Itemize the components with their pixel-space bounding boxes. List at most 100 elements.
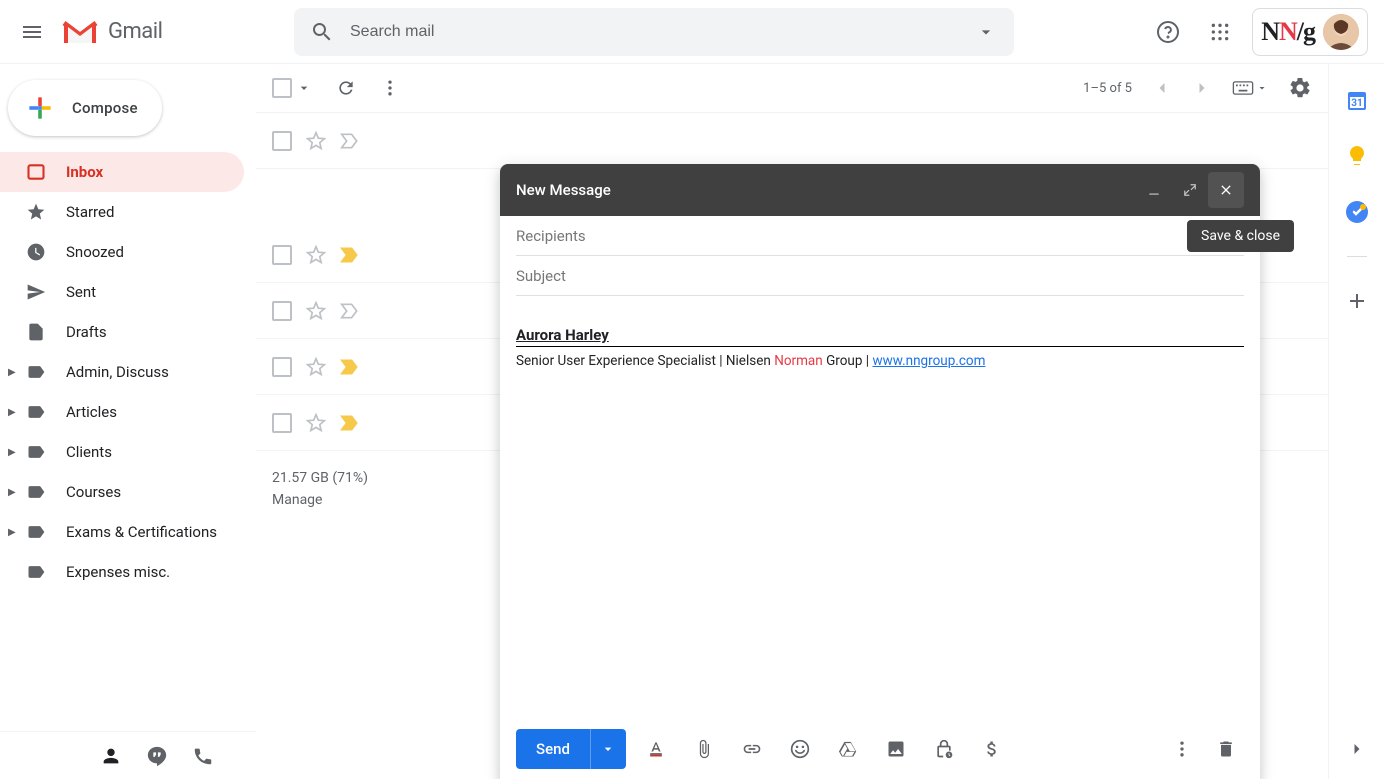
sidebar-item-starred[interactable]: Starred [0, 192, 244, 232]
newer-button[interactable] [1152, 78, 1172, 98]
fullscreen-button[interactable] [1172, 172, 1208, 208]
sidebar-item-drafts[interactable]: Drafts [0, 312, 244, 352]
compose-footer: Send [500, 719, 1260, 779]
send-button[interactable]: Send [516, 729, 626, 769]
send-options-dropdown[interactable] [590, 729, 626, 769]
more-button[interactable] [380, 78, 400, 98]
phone-icon[interactable] [192, 745, 214, 767]
photo-button[interactable] [878, 731, 914, 767]
hide-side-panel-button[interactable] [1347, 739, 1367, 759]
importance-marker[interactable] [340, 358, 360, 376]
emoji-button[interactable] [782, 731, 818, 767]
app-header: Gmail NN/g [0, 0, 1384, 64]
gmail-logo-text: Gmail [100, 19, 162, 44]
account-box[interactable]: NN/g [1252, 8, 1368, 56]
row-checkbox[interactable] [272, 413, 292, 433]
gmail-logo[interactable]: Gmail [56, 17, 294, 47]
contacts-icon[interactable] [100, 745, 122, 767]
sidebar-item-snoozed[interactable]: Snoozed [0, 232, 244, 272]
confidential-button[interactable] [926, 731, 962, 767]
star-button[interactable] [306, 357, 326, 377]
attach-button[interactable] [686, 731, 722, 767]
minimize-button[interactable] [1136, 172, 1172, 208]
mail-row[interactable] [256, 113, 1328, 169]
money-button[interactable] [974, 731, 1010, 767]
subject-field[interactable]: Subject [516, 256, 1244, 296]
user-avatar[interactable] [1323, 14, 1359, 50]
plus-icon [24, 92, 56, 124]
more-options-button[interactable] [1164, 731, 1200, 767]
main-area: 1–5 of 5 21.57 GB (71%) Manage N [256, 64, 1384, 779]
compose-title: New Message [516, 181, 1136, 199]
send-icon [26, 282, 46, 302]
nav-label: Snoozed [66, 243, 124, 261]
sidebar-item-courses[interactable]: ▶Courses [0, 472, 244, 512]
discard-button[interactable] [1208, 731, 1244, 767]
support-button[interactable] [1148, 12, 1188, 52]
close-button[interactable] [1208, 172, 1244, 208]
expand-icon: ▶ [8, 487, 20, 498]
sidebar-item-sent[interactable]: Sent [0, 272, 244, 312]
main-menu-button[interactable] [8, 8, 56, 56]
star-button[interactable] [306, 413, 326, 433]
drive-button[interactable] [830, 731, 866, 767]
search-input[interactable] [342, 23, 966, 41]
sidebar-item-inbox[interactable]: Inbox [0, 152, 244, 192]
importance-marker[interactable] [340, 132, 360, 150]
nav-list: Inbox Starred Snoozed Sent Drafts ▶Admin, Dis… [0, 152, 256, 731]
label-icon [26, 402, 46, 422]
formatting-button[interactable] [638, 731, 674, 767]
search-bar[interactable] [294, 8, 1014, 56]
star-button[interactable] [306, 245, 326, 265]
hangouts-icon[interactable] [146, 745, 168, 767]
importance-marker[interactable] [340, 246, 360, 264]
apps-button[interactable] [1200, 12, 1240, 52]
older-button[interactable] [1192, 78, 1212, 98]
star-button[interactable] [306, 131, 326, 151]
nav-label: Inbox [66, 163, 103, 181]
expand-icon: ▶ [8, 407, 20, 418]
expand-icon: ▶ [8, 367, 20, 378]
nav-label: Drafts [66, 323, 107, 341]
compose-button[interactable]: Compose [8, 80, 162, 136]
close-tooltip: Save & close [1187, 220, 1294, 252]
sidebar-item-clients[interactable]: ▶Clients [0, 432, 244, 472]
get-addons-button[interactable] [1345, 289, 1369, 313]
page-range-label: 1–5 of 5 [1083, 81, 1132, 96]
expand-icon: ▶ [8, 527, 20, 538]
label-icon [26, 562, 46, 582]
compose-header[interactable]: New Message Save & close [500, 164, 1260, 216]
signature-url[interactable]: www.nngroup.com [872, 353, 985, 369]
select-all-checkbox[interactable] [272, 78, 312, 98]
search-options-dropdown[interactable] [966, 12, 1006, 52]
sidebar-item-articles[interactable]: ▶Articles [0, 392, 244, 432]
row-checkbox[interactable] [272, 357, 292, 377]
keep-addon[interactable] [1345, 144, 1369, 168]
sidebar-item-admin-discuss[interactable]: ▶Admin, Discuss [0, 352, 244, 392]
label-icon [26, 442, 46, 462]
input-tools-button[interactable] [1232, 81, 1268, 95]
label-icon [26, 362, 46, 382]
compose-body[interactable]: Aurora Harley Senior User Experience Spe… [500, 296, 1260, 719]
recipients-field[interactable]: Recipients [516, 216, 1244, 256]
sidebar-item-expenses-misc-[interactable]: Expenses misc. [0, 552, 244, 592]
nav-label: Expenses misc. [66, 563, 170, 581]
side-panel-divider [1347, 256, 1367, 257]
star-button[interactable] [306, 301, 326, 321]
calendar-addon[interactable]: 31 [1345, 88, 1369, 112]
link-button[interactable] [734, 731, 770, 767]
refresh-button[interactable] [336, 78, 356, 98]
file-icon [26, 322, 46, 342]
row-checkbox[interactable] [272, 301, 292, 321]
importance-marker[interactable] [340, 302, 360, 320]
row-checkbox[interactable] [272, 245, 292, 265]
search-icon[interactable] [302, 12, 342, 52]
expand-icon: ▶ [8, 447, 20, 458]
importance-marker[interactable] [340, 414, 360, 432]
side-panel: 31 [1328, 64, 1384, 779]
row-checkbox[interactable] [272, 131, 292, 151]
sidebar: Compose Inbox Starred Snoozed Sent Drafts ▶Ad… [0, 64, 256, 779]
settings-button[interactable] [1288, 76, 1312, 100]
sidebar-item-exams-certifications[interactable]: ▶Exams & Certifications [0, 512, 244, 552]
tasks-addon[interactable] [1345, 200, 1369, 224]
